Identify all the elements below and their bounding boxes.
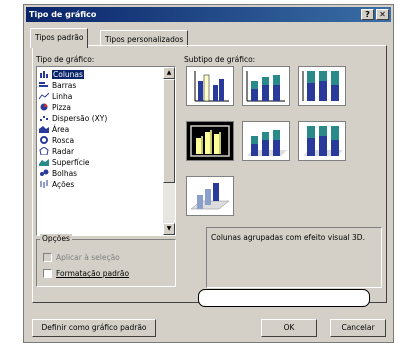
- list-item-barras[interactable]: Barras: [39, 80, 76, 91]
- stacked-column-icon: [246, 71, 285, 102]
- list-item-label: Radar: [52, 147, 75, 156]
- list-item-radar[interactable]: Radar: [39, 146, 74, 157]
- list-item-linha[interactable]: Linha: [39, 91, 72, 102]
- list-item-label: Área: [52, 125, 70, 134]
- default-format-checkbox[interactable]: [43, 269, 52, 278]
- list-item-area[interactable]: Área: [39, 124, 69, 135]
- surface-chart-icon: [39, 159, 49, 166]
- list-item-label: Dispersão (XY): [52, 114, 108, 123]
- subtype-stacked-column[interactable]: [242, 66, 290, 106]
- tab-label: Tipos personalizados: [105, 35, 184, 44]
- stock-chart-icon: [40, 180, 48, 188]
- list-item-rosca[interactable]: Rosca: [39, 135, 74, 146]
- scroll-thumb[interactable]: [163, 79, 175, 183]
- radar-chart-icon: [39, 147, 49, 155]
- list-item-bolhas[interactable]: Bolhas: [39, 168, 77, 179]
- list-item-label: Colunas: [52, 70, 84, 79]
- cancel-button[interactable]: Cancelar: [330, 319, 386, 337]
- options-label: Opções: [40, 234, 72, 243]
- title-bar: Tipo de gráfico ? ✕: [26, 7, 391, 22]
- percent-stacked-column-3d-effect-icon: [303, 126, 343, 156]
- apply-selection-label: Aplicar à seleção: [56, 253, 120, 262]
- scroll-down-icon[interactable]: ▼: [163, 223, 175, 235]
- options-group: Opções Aplicar à seleção Formatação padr…: [36, 234, 176, 287]
- stacked-column-3d-effect-icon: [247, 130, 287, 156]
- chart-subtype-label: Subtipo de gráfico:: [184, 55, 256, 64]
- list-item-colunas[interactable]: Colunas: [39, 69, 84, 80]
- list-scrollbar[interactable]: ▲ ▼: [163, 67, 175, 235]
- apply-selection-checkbox[interactable]: [43, 253, 52, 262]
- clustered-column-3d-effect-icon: [190, 125, 230, 157]
- list-item-label: Bolhas: [52, 169, 78, 178]
- subtype-clustered-column[interactable]: [186, 66, 234, 106]
- list-item-label: Pizza: [52, 103, 71, 112]
- list-item-dispersao[interactable]: Dispersão (XY): [39, 113, 107, 124]
- clustered-column-icon: [194, 71, 229, 102]
- subtype-description: Colunas agrupadas com efeito visual 3D.: [206, 227, 382, 288]
- subtype-3d-column[interactable]: [186, 176, 234, 216]
- subtype-clustered-column-3d-effect[interactable]: [186, 121, 234, 161]
- subtype-description-text: Colunas agrupadas com efeito visual 3D.: [211, 233, 365, 242]
- tab-standard-types[interactable]: Tipos padrão: [30, 28, 89, 48]
- close-button[interactable]: ✕: [376, 9, 389, 20]
- list-item-superficie[interactable]: Superfície: [39, 157, 90, 168]
- set-default-chart-button[interactable]: Definir como gráfico padrão: [32, 319, 156, 337]
- percent-stacked-column-icon: [302, 71, 339, 101]
- subtype-100-stacked-column[interactable]: [298, 66, 346, 106]
- scatter-chart-icon: [40, 116, 48, 121]
- cancel-label: Cancelar: [341, 323, 375, 332]
- doughnut-chart-icon: [40, 136, 48, 144]
- press-and-hold-to-view-sample-button[interactable]: [198, 289, 370, 307]
- bar-chart-icon: [39, 82, 48, 87]
- chart-type-label: Tipo de gráfico:: [36, 55, 95, 64]
- chart-type-list[interactable]: Colunas Barras Linha Pizza Dispersão (XY…: [36, 66, 176, 236]
- help-button[interactable]: ?: [361, 9, 374, 20]
- ok-label: OK: [283, 323, 295, 332]
- list-item-label: Ações: [52, 180, 75, 189]
- pie-chart-icon: [40, 103, 48, 111]
- list-item-label: Rosca: [52, 136, 75, 145]
- dialog-title: Tipo de gráfico: [29, 10, 97, 19]
- bubble-chart-icon: [40, 169, 49, 176]
- tab-label: Tipos padrão: [35, 33, 84, 42]
- ok-button[interactable]: OK: [261, 319, 317, 337]
- scroll-up-icon[interactable]: ▲: [163, 67, 175, 79]
- set-default-chart-label: Definir como gráfico padrão: [41, 323, 147, 332]
- list-item-acoes[interactable]: Ações: [39, 179, 74, 190]
- line-chart-icon: [39, 92, 49, 100]
- default-format-label: Formatação padrão: [56, 269, 130, 278]
- subtype-100-stacked-column-3d-effect[interactable]: [298, 121, 346, 161]
- 3d-column-icon: [190, 183, 230, 210]
- list-item-label: Linha: [52, 92, 73, 101]
- subtype-stacked-column-3d-effect[interactable]: [242, 121, 290, 161]
- list-item-pizza[interactable]: Pizza: [39, 102, 71, 113]
- list-item-label: Barras: [52, 81, 77, 90]
- list-item-label: Superfície: [52, 158, 90, 167]
- column-chart-icon: [40, 71, 48, 78]
- area-chart-icon: [39, 126, 49, 133]
